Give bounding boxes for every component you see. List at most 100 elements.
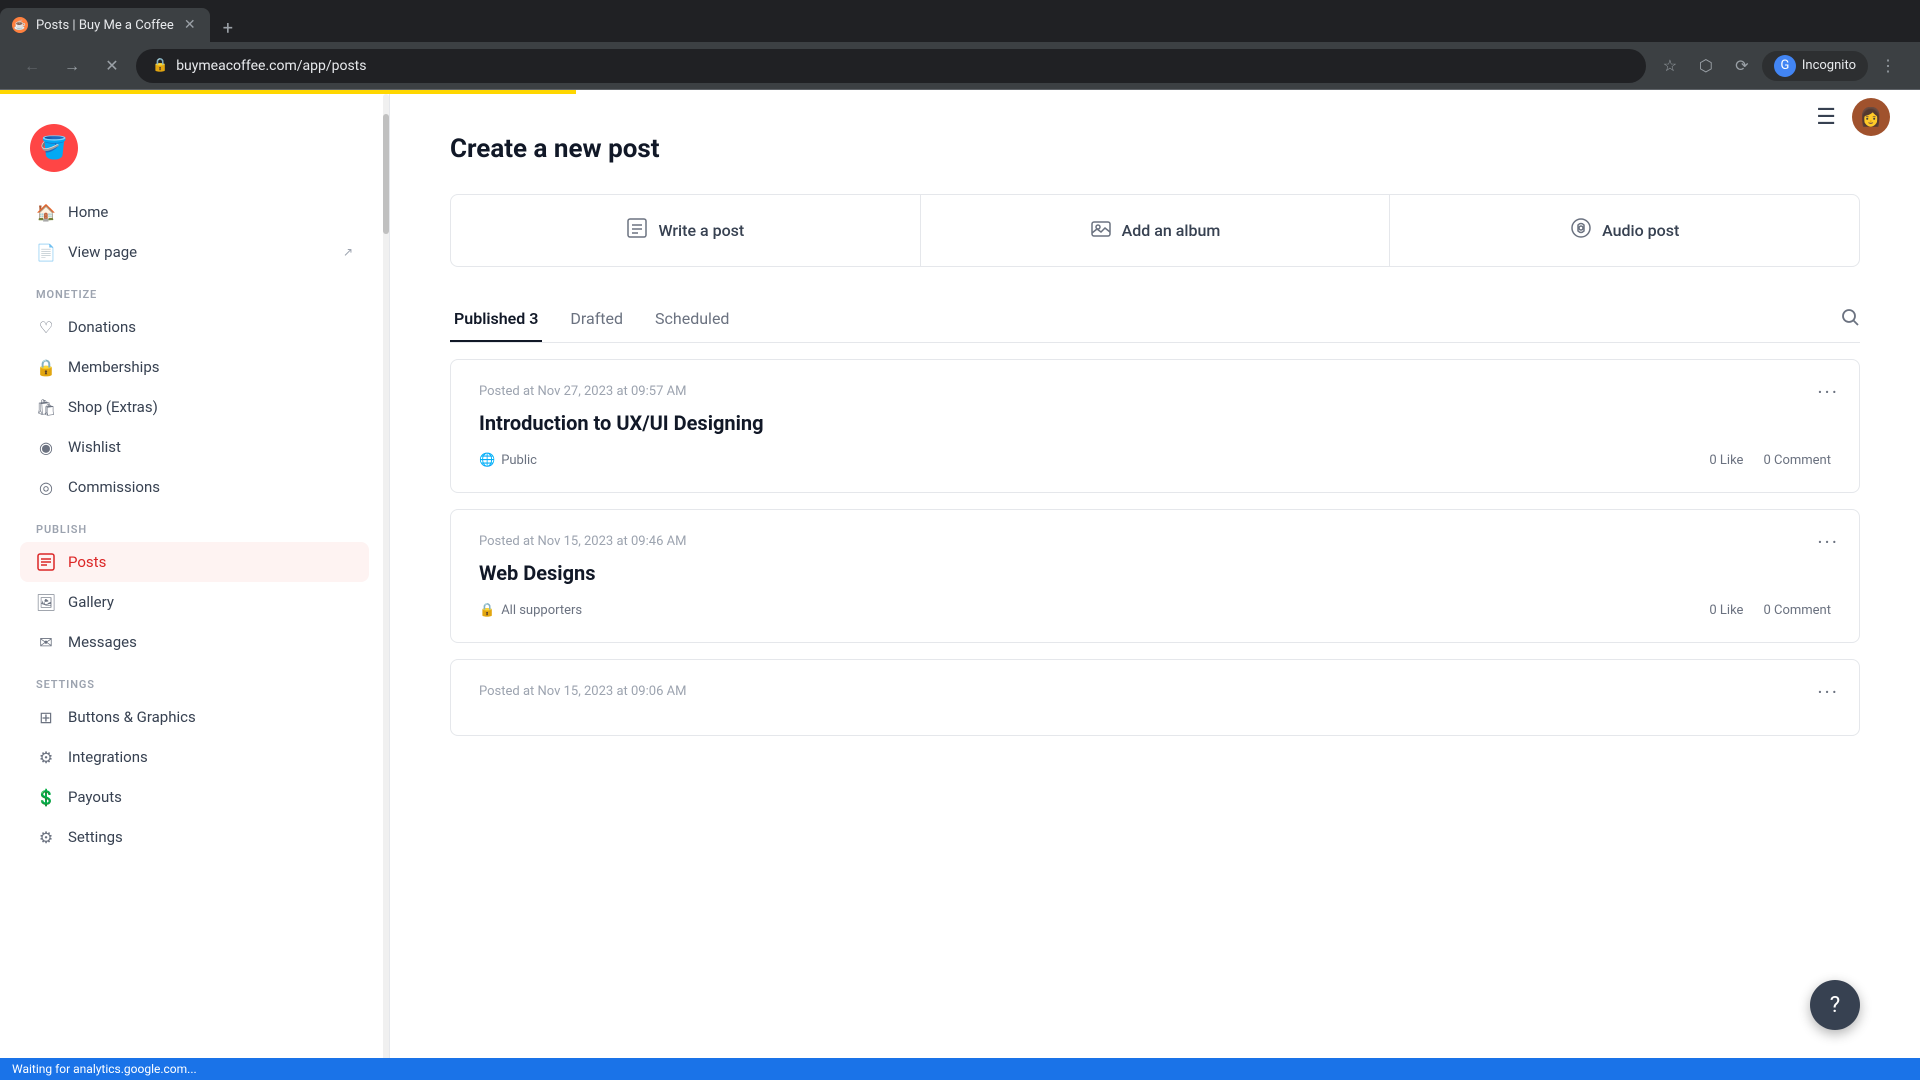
wishlist-icon: ◉: [36, 437, 56, 457]
sync-button[interactable]: ⟳: [1726, 50, 1758, 82]
add-album-label: Add an album: [1122, 221, 1221, 240]
reload-button[interactable]: ✕: [96, 50, 128, 82]
audio-icon: [1570, 217, 1592, 244]
post-title: Introduction to UX/UI Designing: [479, 411, 1831, 435]
sidebar-item-messages[interactable]: ✉ Messages: [20, 622, 369, 662]
sidebar-item-label: Home: [68, 203, 108, 221]
sidebar-item-gallery[interactable]: 🖼 Gallery: [20, 582, 369, 622]
integrations-icon: ⚙: [36, 747, 56, 767]
settings-icon: ⚙: [36, 827, 56, 847]
tab-scheduled[interactable]: Scheduled: [651, 297, 733, 342]
profile-button[interactable]: G Incognito: [1762, 51, 1868, 81]
post-more-button[interactable]: ···: [1817, 680, 1839, 704]
comment-count: 0 Comment: [1763, 453, 1831, 468]
search-button[interactable]: [1840, 307, 1860, 332]
post-footer: 🔒 All supporters 0 Like 0 Comment: [479, 603, 1831, 618]
sidebar-item-home[interactable]: 🏠 Home: [20, 192, 369, 232]
sidebar-logo: 🪣: [0, 114, 389, 192]
sidebar-item-commissions[interactable]: ◎ Commissions: [20, 467, 369, 507]
toolbar-actions: ☆ ⬡ ⟳ G Incognito ⋮: [1654, 50, 1904, 82]
tab-favicon: ☕: [12, 17, 28, 33]
like-count: 0 Like: [1709, 603, 1743, 618]
post-type-cards: Write a post Add an album Audio post: [450, 194, 1860, 267]
posts-icon: [36, 552, 56, 572]
bookmark-button[interactable]: ☆: [1654, 50, 1686, 82]
post-footer: 🌐 Public 0 Like 0 Comment: [479, 453, 1831, 468]
audio-post-card[interactable]: Audio post: [1390, 195, 1859, 266]
app-layout: 🪣 🏠 Home 📄 View page ↗ MONETIZE ♡ Donati…: [0, 94, 1920, 1080]
active-tab[interactable]: ☕ Posts | Buy Me a Coffee ✕: [0, 8, 210, 42]
album-icon: [1090, 217, 1112, 244]
avatar[interactable]: 👩: [1852, 98, 1890, 136]
shop-icon: 🛍: [36, 397, 56, 417]
post-meta: Posted at Nov 15, 2023 at 09:06 AM: [479, 684, 1831, 699]
sidebar-item-view-page[interactable]: 📄 View page ↗: [20, 232, 369, 272]
sidebar-nav: 🏠 Home 📄 View page ↗ MONETIZE ♡ Donation…: [0, 192, 389, 1060]
sidebar-item-label: Memberships: [68, 358, 159, 376]
sidebar-item-label: Wishlist: [68, 438, 121, 456]
post-meta: Posted at Nov 15, 2023 at 09:46 AM: [479, 534, 1831, 549]
tab-close-button[interactable]: ✕: [182, 17, 198, 33]
page-icon: 📄: [36, 242, 56, 262]
sidebar-item-posts[interactable]: Posts: [20, 542, 369, 582]
post-stats: 0 Like 0 Comment: [1709, 453, 1831, 468]
post-more-button[interactable]: ···: [1817, 380, 1839, 404]
add-album-card[interactable]: Add an album: [921, 195, 1391, 266]
scrollbar-thumb[interactable]: [383, 114, 389, 234]
forward-button[interactable]: →: [56, 50, 88, 82]
sidebar-item-integrations[interactable]: ⚙ Integrations: [20, 737, 369, 777]
browser-tabs: ☕ Posts | Buy Me a Coffee ✕ +: [0, 0, 1920, 42]
like-count: 0 Like: [1709, 453, 1743, 468]
external-link-icon: ↗: [343, 245, 353, 259]
buttons-icon: ⊞: [36, 707, 56, 727]
sidebar-item-settings[interactable]: ⚙ Settings: [20, 817, 369, 857]
tab-scheduled-label: Scheduled: [655, 309, 729, 328]
home-icon: 🏠: [36, 202, 56, 222]
post-meta: Posted at Nov 27, 2023 at 09:57 AM: [479, 384, 1831, 399]
sidebar-item-buttons-graphics[interactable]: ⊞ Buttons & Graphics: [20, 697, 369, 737]
heart-icon: ♡: [36, 317, 56, 337]
sidebar-item-label: Buttons & Graphics: [68, 708, 196, 726]
sidebar-item-wishlist[interactable]: ◉ Wishlist: [20, 427, 369, 467]
write-post-card[interactable]: Write a post: [451, 195, 921, 266]
new-tab-button[interactable]: +: [214, 14, 242, 42]
post-card-1: Posted at Nov 27, 2023 at 09:57 AM Intro…: [450, 359, 1860, 493]
visibility-label: All supporters: [501, 603, 582, 618]
address-bar[interactable]: 🔒 buymeacoffee.com/app/posts: [136, 49, 1646, 83]
sidebar-item-memberships[interactable]: 🔒 Memberships: [20, 347, 369, 387]
sidebar-item-label: Posts: [68, 553, 106, 571]
sidebar-item-label: Settings: [68, 828, 123, 846]
write-post-icon: [626, 217, 648, 244]
post-more-button[interactable]: ···: [1817, 530, 1839, 554]
extensions-button[interactable]: ⬡: [1690, 50, 1722, 82]
tab-published-label: Published 3: [454, 309, 538, 328]
help-button[interactable]: ?: [1810, 980, 1860, 1030]
tab-published[interactable]: Published 3: [450, 297, 542, 342]
menu-button[interactable]: ⋮: [1872, 50, 1904, 82]
post-title: Web Designs: [479, 561, 1831, 585]
sidebar-item-payouts[interactable]: 💲 Payouts: [20, 777, 369, 817]
sidebar-item-label: Integrations: [68, 748, 148, 766]
browser-toolbar: ← → ✕ 🔒 buymeacoffee.com/app/posts ☆ ⬡ ⟳…: [0, 42, 1920, 90]
messages-icon: ✉: [36, 632, 56, 652]
tab-drafted[interactable]: Drafted: [566, 297, 627, 342]
post-visibility: 🔒 All supporters: [479, 603, 582, 618]
monetize-section-label: MONETIZE: [20, 272, 369, 307]
visibility-label: Public: [501, 453, 537, 468]
url-display: buymeacoffee.com/app/posts: [176, 58, 1630, 74]
sidebar-item-donations[interactable]: ♡ Donations: [20, 307, 369, 347]
page-title: Create a new post: [450, 134, 1860, 164]
sidebar-item-shop[interactable]: 🛍 Shop (Extras): [20, 387, 369, 427]
header-actions: ☰ 👩: [1816, 98, 1890, 136]
sidebar-item-label: Messages: [68, 633, 137, 651]
hamburger-button[interactable]: ☰: [1816, 105, 1836, 130]
commissions-icon: ◎: [36, 477, 56, 497]
post-card-2: Posted at Nov 15, 2023 at 09:46 AM Web D…: [450, 509, 1860, 643]
lock-icon: 🔒: [479, 603, 495, 618]
write-post-label: Write a post: [658, 221, 744, 240]
status-bar: Waiting for analytics.google.com...: [0, 1058, 1920, 1080]
sidebar-item-label: Payouts: [68, 788, 122, 806]
back-button[interactable]: ←: [16, 50, 48, 82]
sidebar-item-label: Shop (Extras): [68, 398, 158, 416]
sidebar-item-label: Donations: [68, 318, 136, 336]
